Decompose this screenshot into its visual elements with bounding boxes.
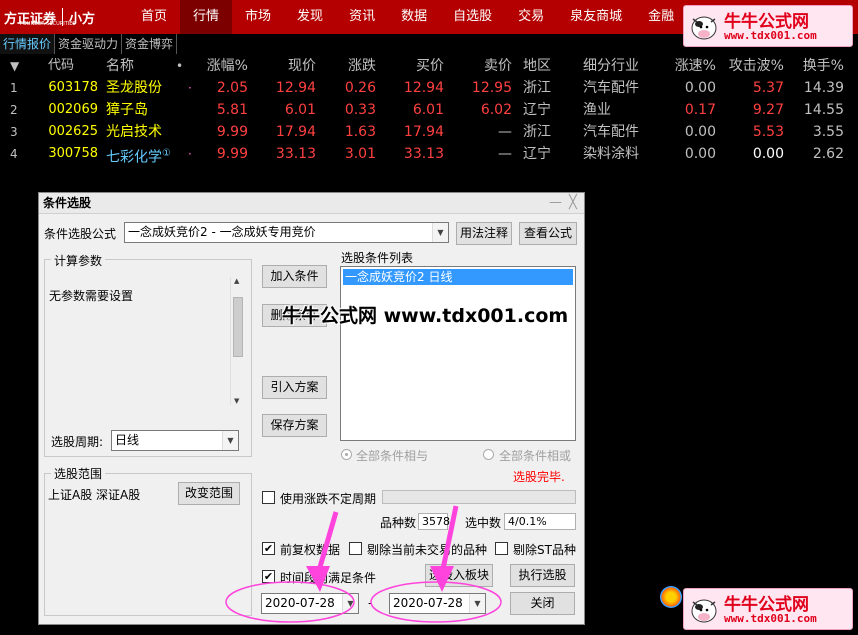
highlight-ellipse-to bbox=[370, 581, 502, 623]
watermark-url: www.tdx001.com bbox=[724, 612, 817, 625]
arrow-icon bbox=[430, 505, 459, 592]
highlight-ellipse-from bbox=[225, 581, 355, 623]
arrow-icon bbox=[306, 511, 339, 592]
cow-logo-icon bbox=[691, 599, 717, 623]
flower-logo-icon bbox=[660, 586, 682, 608]
screen: 方正证券 FOUNDER SECURITIES 小方 首页 行情 市场 发现 资… bbox=[0, 0, 858, 635]
watermark-badge-bottom: 牛牛公式网 www.tdx001.com bbox=[683, 588, 853, 630]
annotation-overlay bbox=[225, 505, 502, 623]
